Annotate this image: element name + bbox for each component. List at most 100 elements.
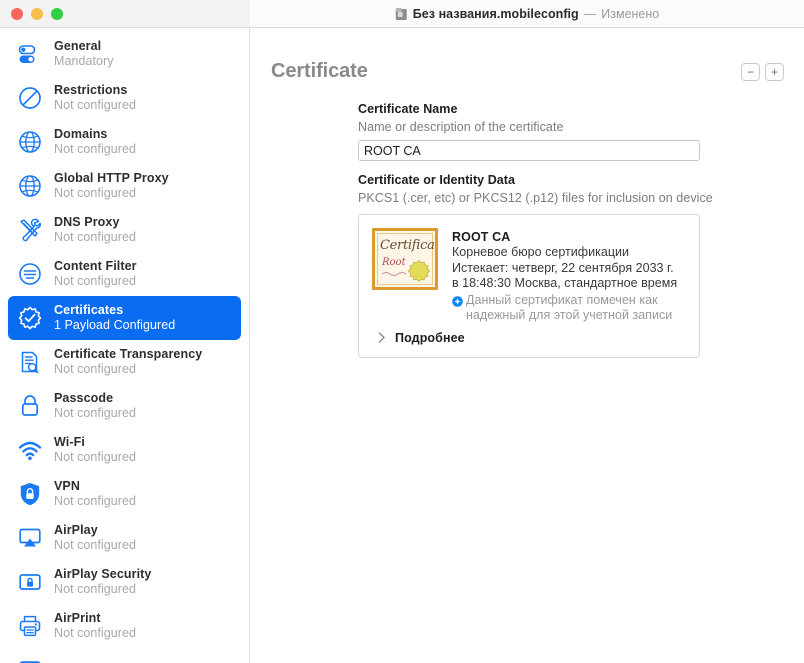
screen-lock-icon <box>17 569 43 595</box>
sidebar-item-label: Certificate Transparency <box>54 347 203 361</box>
certificate-trust-notice: Данный сертификат помечен как надежный д… <box>452 293 687 324</box>
sidebar-item-text: AirPrint Not configured <box>54 611 136 641</box>
sidebar-item-content-filter[interactable]: Content Filter Not configured <box>8 252 241 296</box>
minimize-button[interactable] <box>31 7 43 20</box>
sidebar-item-passcode[interactable]: Passcode Not configured <box>8 384 241 428</box>
sidebar-item-text: Wi-Fi Not configured <box>54 435 136 465</box>
close-button[interactable] <box>11 7 23 20</box>
window-body: General Mandatory Restrictions Not configu… <box>0 28 804 663</box>
sidebar-item-text: Domains Not configured <box>54 127 136 157</box>
maximize-button[interactable] <box>51 7 63 20</box>
certificate-name-hint: Name or description of the certificate <box>358 120 564 134</box>
sidebar-item-label: DNS Proxy <box>54 215 120 229</box>
certificate-details: ROOT CA Корневое бюро сертификации Истек… <box>452 228 687 324</box>
certificate-common-name: ROOT CA <box>452 230 511 244</box>
wifi-icon <box>17 437 43 463</box>
certificate-seal-icon <box>408 260 430 282</box>
payload-sidebar[interactable]: General Mandatory Restrictions Not configu… <box>0 28 250 663</box>
sidebar-item-text: DNS Proxy Not configured <box>54 215 136 245</box>
sidebar-item-status: Not configured <box>54 274 136 288</box>
toggles-icon <box>17 41 43 67</box>
remove-payload-button[interactable]: − <box>741 63 760 81</box>
trust-text-line-2: надежный для этой учетной записи <box>466 308 673 322</box>
airplay-icon <box>17 525 43 551</box>
sidebar-item-status: Not configured <box>54 494 136 508</box>
add-payload-button[interactable]: + <box>765 63 784 81</box>
sidebar-item-label: AirPrint <box>54 611 101 625</box>
sidebar-item-text: AirPlay Not configured <box>54 523 136 553</box>
page-title: Certificate <box>271 60 368 82</box>
certificate-expiry-line-2: в 18:48:30 Москва, стандартное время <box>452 276 678 290</box>
certificate-card[interactable]: Certificate Root ROOT CA Корневое бюр <box>358 214 700 358</box>
sidebar-item-restrictions[interactable]: Restrictions Not configured <box>8 76 241 120</box>
title-separator: — <box>583 6 597 21</box>
certificate-expiry-line-1: Истекает: четверг, 22 сентября 2033 г. <box>452 260 674 275</box>
sidebar-item-dns-proxy[interactable]: DNS Proxy Not configured <box>8 208 241 252</box>
sidebar-item-calendar[interactable]: Calendar <box>8 648 241 663</box>
chevron-right-icon <box>378 332 385 343</box>
sidebar-item-label: Wi-Fi <box>54 435 85 449</box>
shield-lock-icon <box>17 481 43 507</box>
sidebar-item-text: VPN Not configured <box>54 479 136 509</box>
document-icon <box>395 7 408 21</box>
certificate-thumbnail-icon: Certificate Root <box>372 228 438 290</box>
sidebar-item-status: Not configured <box>54 142 136 156</box>
sidebar-item-status: Not configured <box>54 186 136 200</box>
sidebar-item-wi-fi[interactable]: Wi-Fi Not configured <box>8 428 241 472</box>
titlebar-sidebar-region <box>0 0 250 27</box>
sidebar-item-status: Not configured <box>54 406 136 420</box>
tools-icon <box>17 217 43 243</box>
sidebar-item-text: Restrictions Not configured <box>54 83 136 113</box>
sidebar-item-vpn[interactable]: VPN Not configured <box>8 472 241 516</box>
sidebar-item-status: Not configured <box>54 538 136 552</box>
no-entry-icon <box>17 85 43 111</box>
sidebar-item-airprint[interactable]: AirPrint Not configured <box>8 604 241 648</box>
sidebar-item-status: Not configured <box>54 582 136 596</box>
more-details-label: Подробнее <box>395 330 465 345</box>
globe-icon <box>17 129 43 155</box>
certificate-summary-row: Certificate Root ROOT CA Корневое бюр <box>372 228 687 324</box>
certificate-more-disclosure[interactable]: Подробнее <box>372 331 687 345</box>
sidebar-item-airplay[interactable]: AirPlay Not configured <box>8 516 241 560</box>
sidebar-item-label: Certificates <box>54 303 124 317</box>
certificate-form: Certificate Name Name or description of … <box>250 82 804 358</box>
sidebar-item-global-http-proxy[interactable]: Global HTTP Proxy Not configured <box>8 164 241 208</box>
certificate-thumb-root: Root <box>382 257 406 268</box>
doc-search-icon <box>17 349 43 375</box>
sidebar-item-airplay-security[interactable]: AirPlay Security Not configured <box>8 560 241 604</box>
sidebar-item-label: General <box>54 39 102 53</box>
printer-icon <box>17 613 43 639</box>
trust-badge-icon <box>452 295 463 307</box>
document-name: Без названия.mobileconfig <box>412 6 579 21</box>
sidebar-item-general[interactable]: General Mandatory <box>8 32 241 76</box>
payload-controls: − + <box>741 63 784 81</box>
certificate-authority: Корневое бюро сертификации <box>452 245 630 259</box>
sidebar-item-label: Global HTTP Proxy <box>54 171 169 185</box>
sidebar-item-label: AirPlay Security <box>54 567 152 581</box>
seal-check-icon <box>17 305 43 331</box>
sidebar-item-label: AirPlay <box>54 523 98 537</box>
sidebar-item-text: Passcode Not configured <box>54 391 136 421</box>
certificate-flourish-icon <box>382 272 407 276</box>
titlebar-content-region: Без названия.mobileconfig — Изменено <box>250 0 804 27</box>
sidebar-item-label: Restrictions <box>54 83 128 97</box>
certificate-thumb-script: Certificate <box>380 238 435 253</box>
sidebar-item-certificate-transparency[interactable]: Certificate Transparency Not configured <box>8 340 241 384</box>
document-title-group[interactable]: Без названия.mobileconfig — Изменено <box>395 7 659 21</box>
titlebar: Без названия.mobileconfig — Изменено <box>0 0 804 28</box>
certificate-name-input[interactable] <box>358 140 700 161</box>
sidebar-item-label: VPN <box>54 479 81 493</box>
sidebar-item-label: Domains <box>54 127 108 141</box>
sidebar-item-text: Certificate Transparency Not configured <box>54 347 202 377</box>
sidebar-item-text: General Mandatory <box>54 39 114 69</box>
sidebar-item-text: Global HTTP Proxy Not configured <box>54 171 169 201</box>
globe-proxy-icon <box>17 173 43 199</box>
sidebar-item-domains[interactable]: Domains Not configured <box>8 120 241 164</box>
certificate-name-label: Certificate Name <box>358 102 458 116</box>
sidebar-item-label: Content Filter <box>54 259 137 273</box>
sidebar-item-status: Not configured <box>54 362 136 376</box>
sidebar-item-label: Passcode <box>54 391 114 405</box>
sidebar-item-text: Content Filter Not configured <box>54 259 137 289</box>
sidebar-item-certificates[interactable]: Certificates 1 Payload Configured <box>8 296 241 340</box>
sidebar-item-status: Mandatory <box>54 54 114 68</box>
